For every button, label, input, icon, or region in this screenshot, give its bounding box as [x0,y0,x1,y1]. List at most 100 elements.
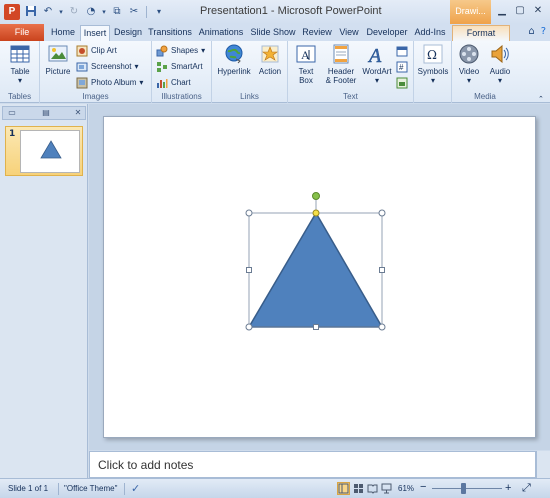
tab-slide-show[interactable]: Slide Show [248,25,298,41]
customize-qat-icon[interactable]: ▾ [152,5,166,19]
tab-review[interactable]: Review [300,25,334,41]
slide-thumbnail[interactable] [20,130,80,173]
zoom-slider-track[interactable] [432,488,502,489]
tab-developer[interactable]: Developer [364,25,410,41]
symbols-button[interactable]: Ω Symbols ▾ [416,43,450,85]
minimize-icon[interactable]: ▁ [494,3,510,19]
tab-transitions[interactable]: Transitions [146,25,194,41]
tab-home[interactable]: Home [48,25,78,41]
screenshot-dropdown-arrow: ▾ [134,62,139,71]
tab-view[interactable]: View [336,25,362,41]
group-label-links: Links [240,92,259,101]
close-pane-icon[interactable]: ✕ [71,108,85,118]
picture-button[interactable]: Picture [43,43,73,76]
resize-handle-bottom-right[interactable] [378,323,386,331]
zoom-slider-thumb[interactable] [460,483,466,494]
picture-icon [47,43,69,65]
outline-tab-icon[interactable]: ▤ [39,108,53,118]
tab-format[interactable]: Format [452,25,510,41]
chart-button[interactable]: Chart [156,75,191,90]
ribbon-help-area: ⌂ ? [528,26,546,37]
table-icon [9,43,31,65]
wordart-button[interactable]: A WordArt ▾ [360,43,394,85]
slides-pane: ▭ ▤ ✕ 1 [0,104,88,478]
hyperlink-globe-icon [223,43,245,65]
save-icon[interactable] [24,5,38,19]
undo-dropdown-icon[interactable]: ▾ [58,5,64,19]
resize-handle-top-right[interactable] [378,209,386,217]
smartart-icon [156,61,168,73]
resize-handle-right[interactable] [379,267,385,273]
slides-tab-icon[interactable]: ▭ [5,108,19,118]
zoom-out-icon[interactable]: − [420,481,426,493]
close-icon[interactable]: ✕ [530,3,546,19]
tab-insert[interactable]: Insert [80,25,110,41]
group-images: Picture Clip Art Screenshot ▾ Photo Albu… [40,41,152,103]
slide-sorter-view-icon[interactable] [352,482,365,495]
hyperlink-button[interactable]: Hyperlink [214,43,254,76]
shapes-label: Shapes [171,46,199,55]
maximize-icon[interactable]: ▢ [512,3,528,19]
clip-art-button[interactable]: Clip Art [76,43,117,58]
table-dropdown-arrow: ▾ [17,76,22,85]
resize-handle-bottom-left[interactable] [245,323,253,331]
tab-add-ins[interactable]: Add-Ins [412,25,448,41]
fit-slide-icon[interactable]: ⤢ [522,482,531,495]
rotation-handle[interactable] [312,192,320,200]
text-box-button[interactable]: A Text Box [291,43,321,85]
smartart-button[interactable]: SmartArt [156,59,203,74]
slide-show-view-icon[interactable] [380,482,393,495]
header-footer-button[interactable]: Header & Footer [322,43,360,85]
tab-file[interactable]: File [0,24,44,41]
tab-design[interactable]: Design [112,25,144,41]
slide-canvas[interactable] [103,116,536,438]
table-button[interactable]: Table ▾ [4,43,36,85]
slide-thumbnail-selected[interactable] [5,126,83,176]
object-button[interactable] [396,75,408,90]
group-illustrations: Shapes ▾ SmartArt Chart Illustrations [152,41,212,103]
group-label-tables: Tables [7,92,32,101]
shapes-button[interactable]: Shapes ▾ [156,43,205,58]
date-time-icon [396,45,408,57]
svg-text:#: # [399,63,404,72]
audio-button[interactable]: Audio ▾ [485,43,515,85]
minimize-ribbon-icon[interactable]: ⌂ [528,26,534,37]
resize-handle-bottom[interactable] [313,324,319,330]
photo-album-label: Photo Album [91,78,137,87]
normal-view-icon[interactable] [337,482,350,495]
zoom-in-icon[interactable]: + [505,482,511,494]
copy-icon[interactable]: ⧉ [110,5,124,19]
wordart-dropdown-arrow: ▾ [374,76,379,85]
slide-number-button[interactable]: # [396,59,408,74]
header-footer-label-line2: & Footer [325,76,357,85]
powerpoint-app-icon[interactable]: P [4,4,20,20]
photo-album-button[interactable]: Photo Album ▾ [76,75,143,90]
notes-pane[interactable]: Click to add notes [89,451,536,478]
video-button[interactable]: Video ▾ [454,43,484,85]
theme-status[interactable]: "Office Theme" [64,484,117,493]
undo-icon[interactable]: ↶ [41,5,55,19]
zoom-level[interactable]: 61% [398,484,414,493]
drawing-tools-context-header: Drawi... [450,0,491,24]
resize-handle-left[interactable] [246,267,252,273]
svg-text:Ω: Ω [427,48,437,62]
repeat-icon[interactable]: ↻ [67,5,81,19]
resize-handle-top-left[interactable] [245,209,253,217]
redo-dropdown-icon[interactable]: ▾ [101,5,107,19]
adjust-handle[interactable] [312,209,320,217]
cut-icon[interactable]: ✂ [127,5,141,19]
redo-icon[interactable]: ◔ [84,5,98,19]
screenshot-icon [76,61,88,73]
notes-scrollbar[interactable] [536,451,550,478]
help-icon[interactable]: ? [541,26,546,37]
triangle-shape[interactable] [247,211,384,328]
date-time-button[interactable] [396,43,408,58]
action-button[interactable]: Action [255,43,285,76]
notes-placeholder[interactable]: Click to add notes [98,458,193,472]
audio-label: Audio [489,67,511,76]
spelling-check-icon[interactable]: ✓ [131,482,140,495]
reading-view-icon[interactable] [366,482,379,495]
photo-album-icon [76,77,88,89]
screenshot-button[interactable]: Screenshot ▾ [76,59,138,74]
tab-animations[interactable]: Animations [196,25,246,41]
